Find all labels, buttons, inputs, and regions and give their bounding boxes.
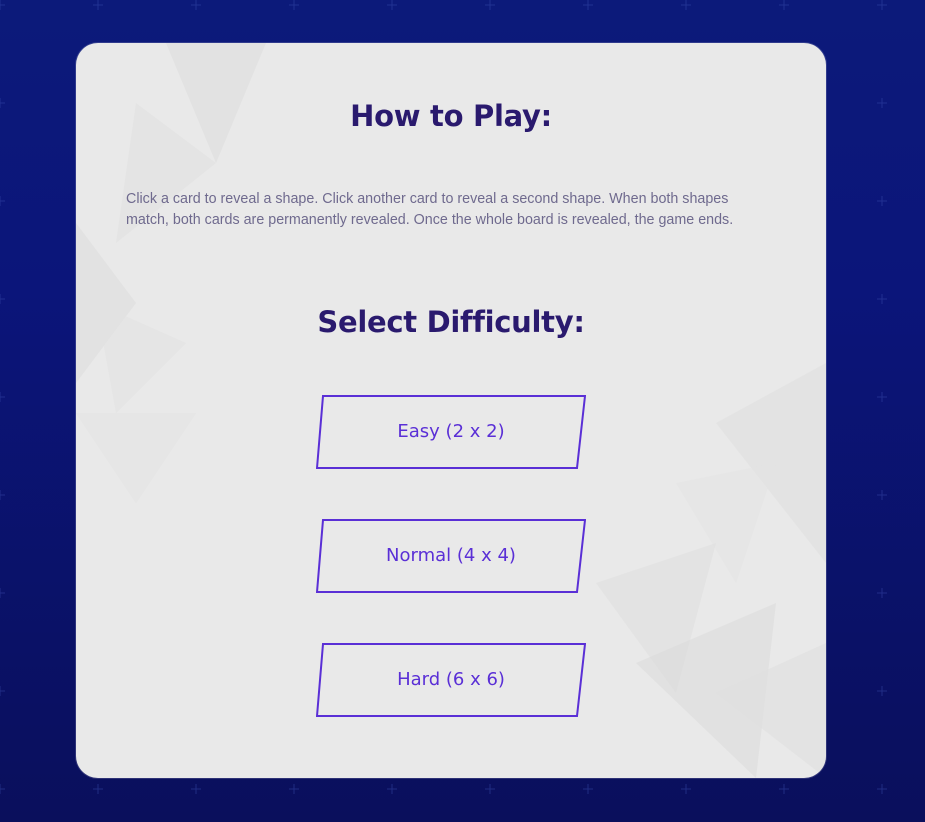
- how-to-play-heading: How to Play:: [350, 99, 552, 133]
- how-to-play-text: Click a card to reveal a shape. Click an…: [126, 191, 734, 228]
- easy-button[interactable]: Easy (2 x 2): [316, 395, 586, 469]
- instructions-panel: How to Play: Click a card to reveal a sh…: [76, 43, 826, 778]
- hard-button-label: Hard (6 x 6): [397, 669, 505, 690]
- hard-button[interactable]: Hard (6 x 6): [316, 643, 586, 717]
- normal-button-label: Normal (4 x 4): [386, 545, 516, 566]
- normal-button[interactable]: Normal (4 x 4): [316, 519, 586, 593]
- select-difficulty-heading: Select Difficulty:: [317, 305, 585, 339]
- easy-button-label: Easy (2 x 2): [397, 421, 505, 442]
